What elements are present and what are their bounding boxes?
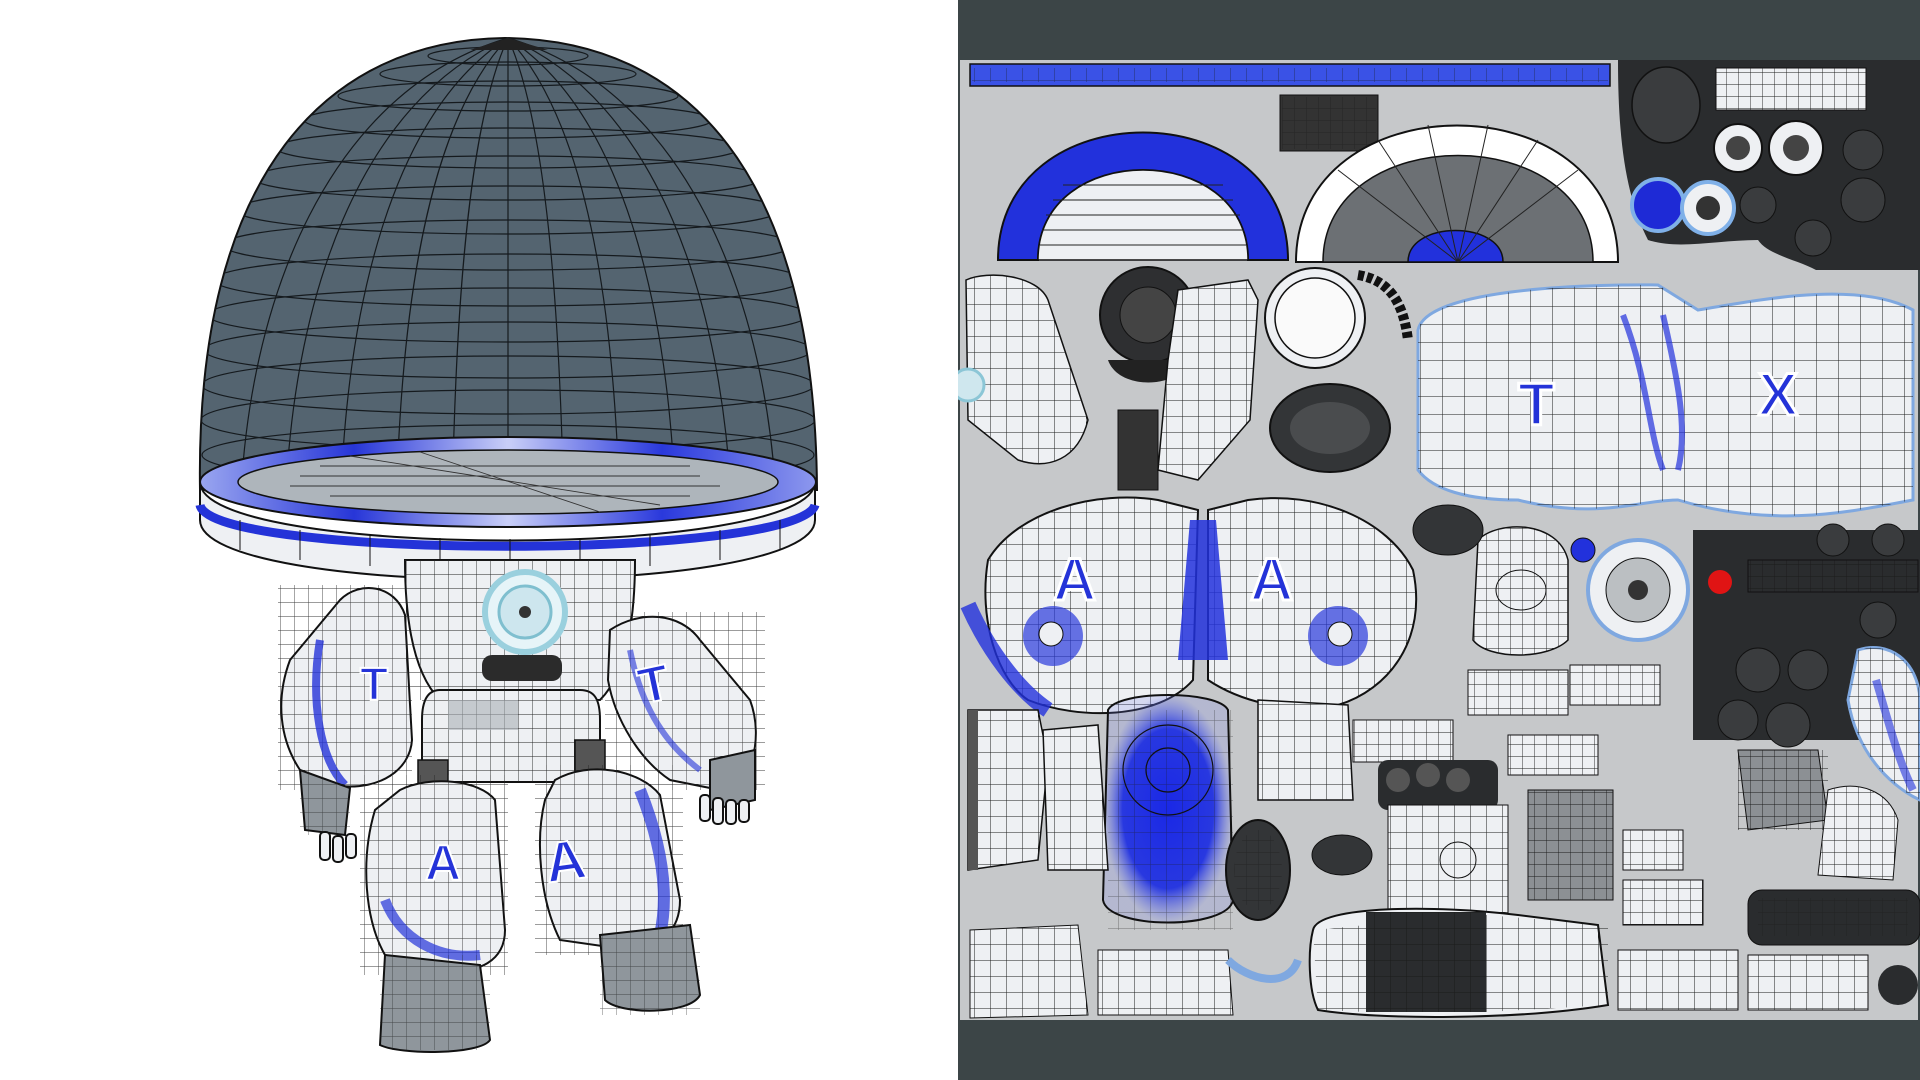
uv-dark-pieces-cluster[interactable] [1378, 760, 1498, 810]
uv-head-top[interactable] [1472, 526, 1569, 656]
dome-ring[interactable] [195, 436, 820, 581]
uv-dark-bar[interactable] [1747, 889, 1920, 946]
uv-dark-oval-4[interactable] [1311, 834, 1373, 876]
uv-hip-piece[interactable] [1387, 804, 1509, 916]
uv-boot-sole[interactable] [1308, 907, 1610, 1018]
shoulder-right-decal: A [1250, 546, 1293, 613]
uv-dark-oval-2[interactable] [1412, 504, 1484, 556]
uv-forearm-left[interactable] [967, 709, 1049, 871]
robot-leg-right[interactable]: A [535, 739, 702, 1015]
robot-model: T T A A [195, 36, 820, 1053]
leg-left-decal: A [425, 835, 461, 891]
uv-texture-map: T X A A [958, 60, 1920, 1020]
indicator-red [1708, 570, 1732, 594]
uv-forearm-mid[interactable] [1042, 724, 1109, 871]
arm-left-decal: T [360, 658, 388, 710]
uv-dark-oval-3[interactable] [1225, 819, 1291, 921]
uv-torso[interactable]: T X [1416, 283, 1915, 518]
uv-dark-oval-1[interactable] [1269, 383, 1391, 473]
model-viewport[interactable]: T T A A [0, 0, 958, 1080]
uv-layout-viewport[interactable]: T X A A [958, 0, 1920, 1080]
robot-head[interactable] [403, 559, 637, 701]
torso-right-decal: X [1758, 361, 1798, 428]
uv-dark-panel-top[interactable] [1618, 60, 1920, 270]
torso-left-decal: T [1518, 371, 1555, 438]
uv-chest-blue[interactable] [1101, 694, 1235, 930]
uv-strip-ring[interactable] [969, 63, 1611, 87]
uv-neck-piece[interactable] [1257, 699, 1354, 801]
uv-grey-block[interactable] [1527, 789, 1614, 901]
robot-leg-left[interactable]: A [360, 759, 508, 1053]
shoulder-left-decal: A [1053, 546, 1096, 613]
